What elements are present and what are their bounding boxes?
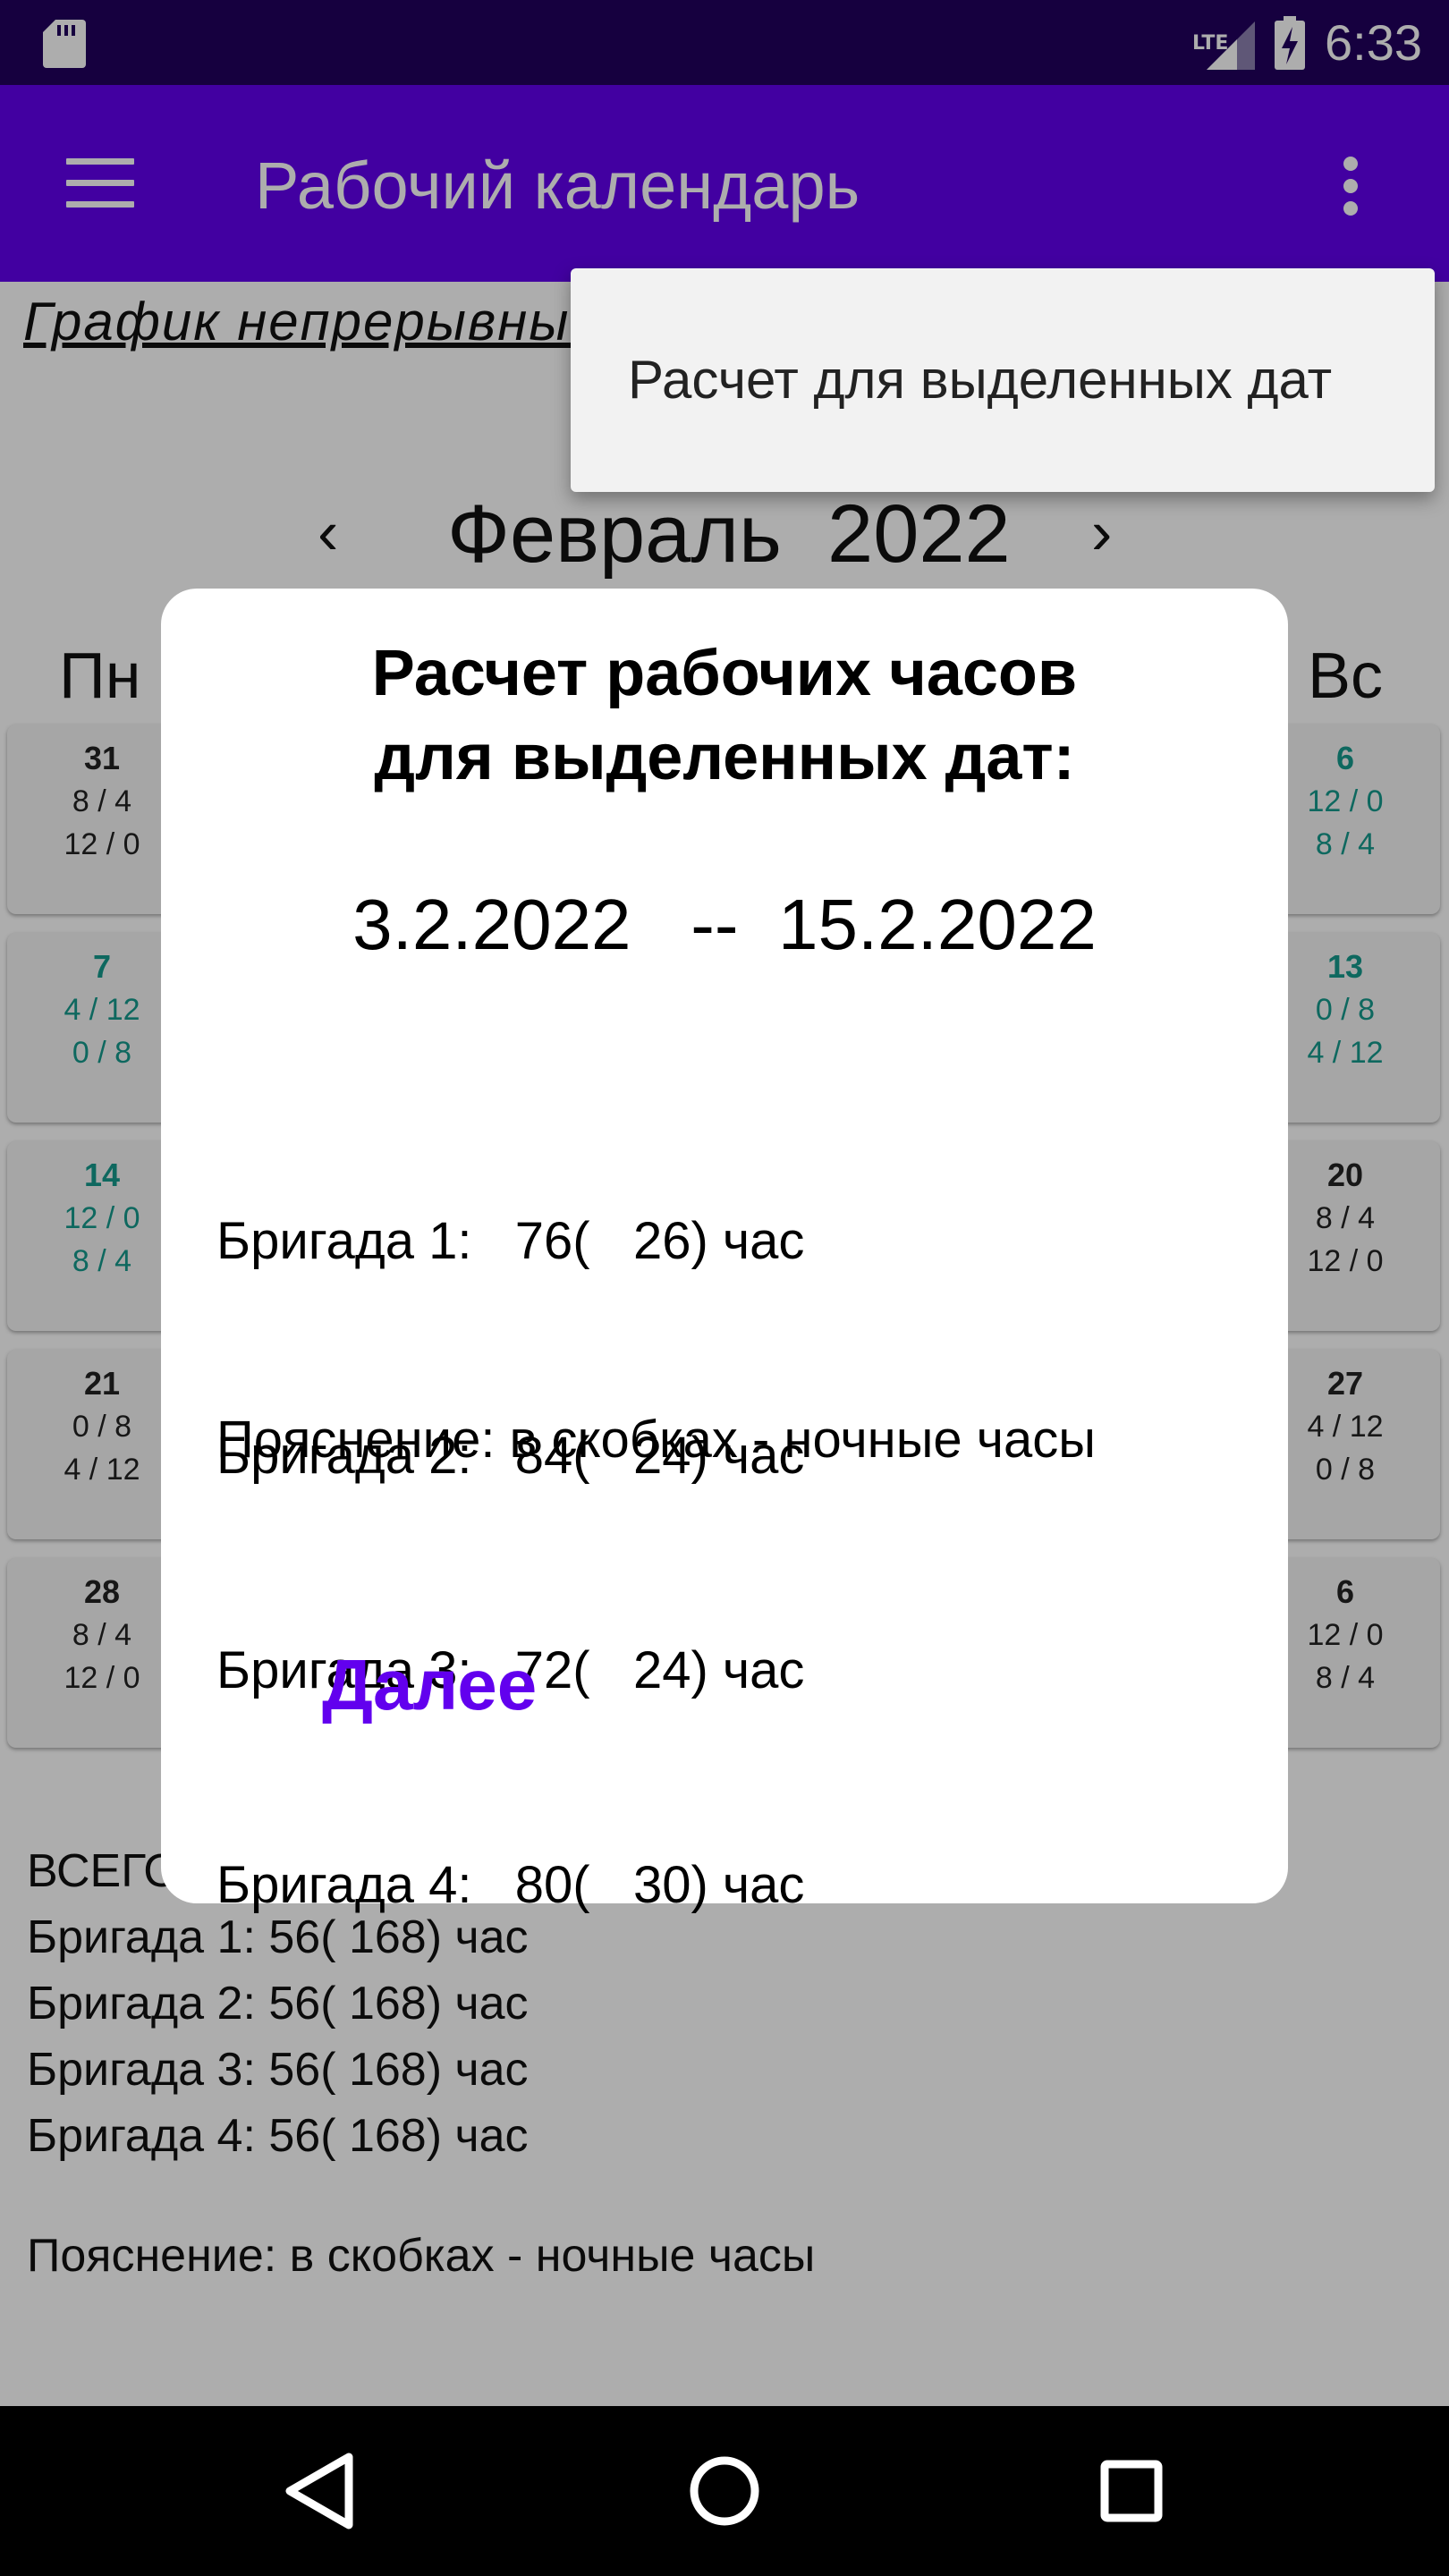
dialog-title-line: для выделенных дат: — [374, 722, 1075, 793]
result-line: Бригада 4: 80( 30) час — [216, 1856, 805, 1914]
navigation-bar — [0, 2406, 1449, 2576]
dialog-note: Пояснение: в скобках - ночные часы — [216, 1411, 1096, 1469]
dialog-title-line: Расчет рабочих часов — [371, 638, 1078, 709]
calculation-dialog: Расчет рабочих часов для выделенных дат:… — [161, 589, 1288, 1914]
screen: LTE 6:33 Рабочий календарь График непрер… — [0, 0, 1449, 2576]
date-range: 3.2.2022 -- 15.2.2022 — [352, 885, 1097, 964]
result-line: Бригада 1: 76( 26) час — [216, 1212, 805, 1270]
menu-item-calc-selected[interactable]: Расчет для выделенных дат — [628, 349, 1332, 411]
back-icon[interactable] — [233, 2406, 402, 2576]
recent-apps-icon[interactable] — [1046, 2406, 1216, 2576]
home-icon[interactable] — [640, 2406, 809, 2576]
dialog-title: Расчет рабочих часов для выделенных дат: — [161, 631, 1288, 800]
results-list: Бригада 1: 76( 26) час Бригада 2: 84( 24… — [216, 1063, 804, 2064]
overflow-menu: Расчет для выделенных дат — [571, 268, 1435, 492]
next-button[interactable]: Далее — [322, 1644, 537, 1726]
